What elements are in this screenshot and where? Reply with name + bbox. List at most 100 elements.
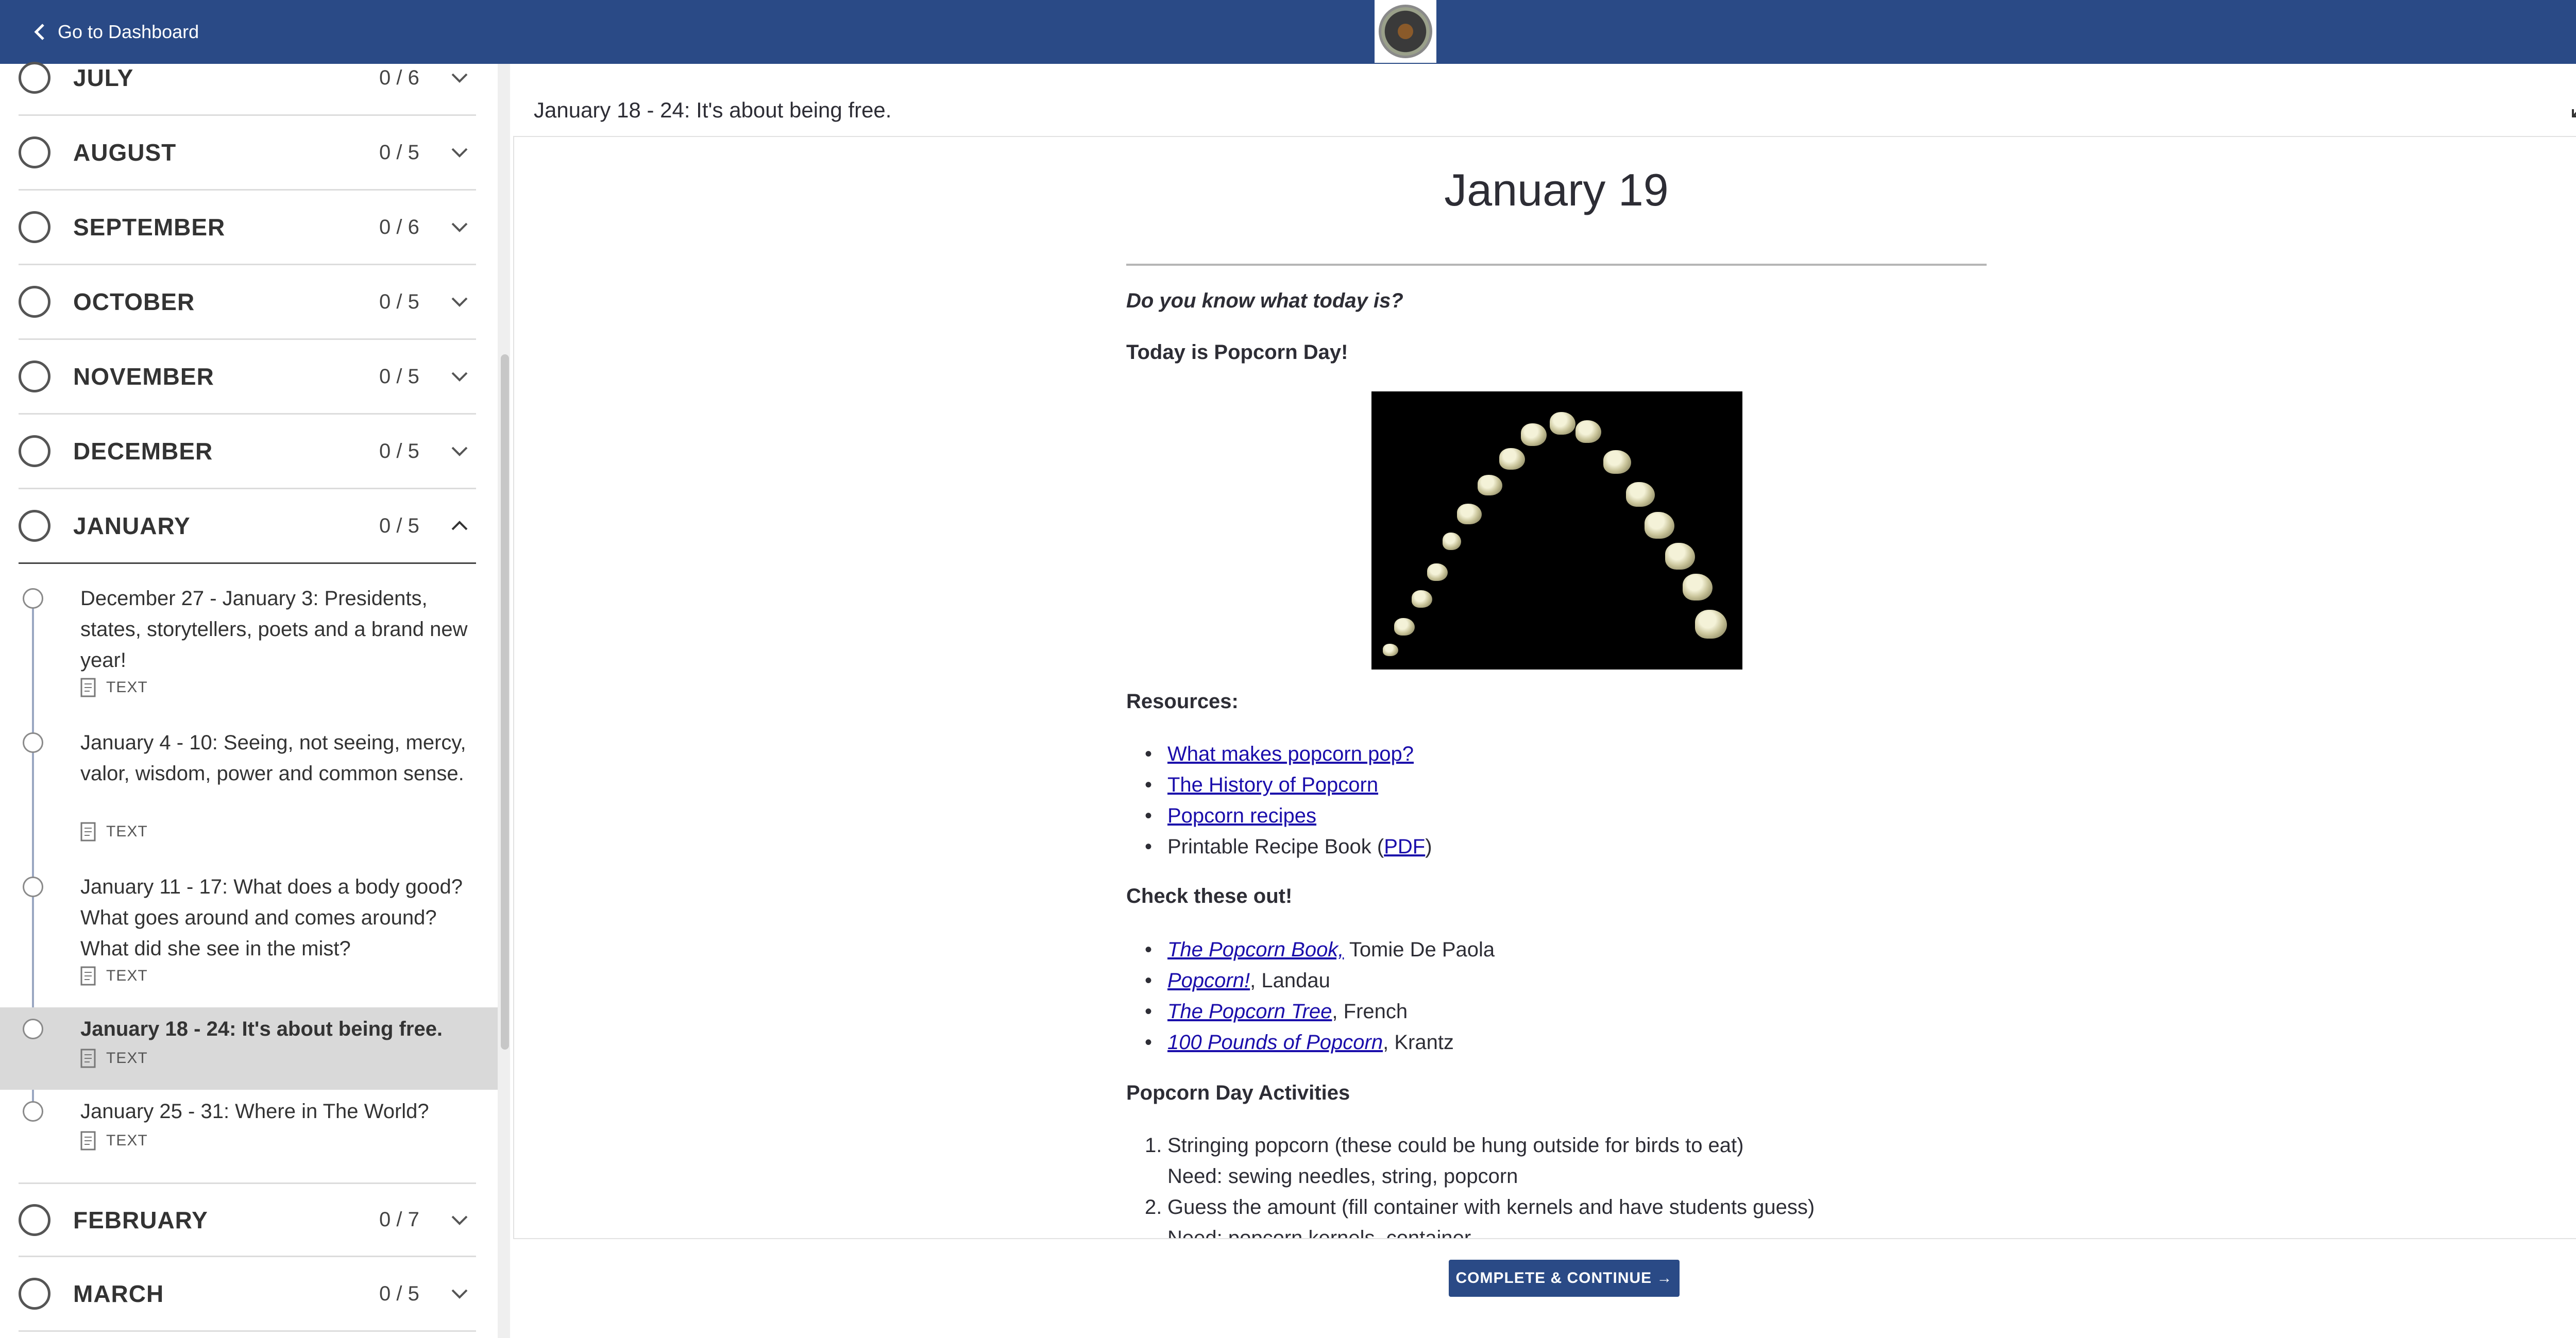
popcorn-kernel [1695,610,1727,639]
activity-need: Need: sewing needles, string, popcorn [1167,1165,1518,1188]
month-name: JULY [73,64,134,91]
progress-circle-icon [19,211,50,243]
progress-circle-icon [19,1278,50,1310]
popcorn-kernel [1645,512,1674,539]
chevron-down-icon [451,372,468,382]
popcorn-kernel [1427,563,1448,581]
lesson-status-circle-icon [23,1101,43,1122]
month-january[interactable]: JANUARY 0 / 5 [19,489,476,564]
progress-circle-icon [19,510,50,542]
month-july[interactable]: JULY 0 / 6 [19,41,476,116]
pdf-link[interactable]: PDF [1384,835,1425,858]
progress-circle-icon [19,136,50,168]
book-link[interactable]: The Popcorn Tree [1167,1000,1332,1023]
progress-circle-icon [19,286,50,318]
month-november[interactable]: NOVEMBER 0 / 5 [19,340,476,415]
month-name: MARCH [73,1280,164,1307]
month-name: OCTOBER [73,288,195,315]
month-count: 0 / 7 [379,1208,419,1231]
month-february[interactable]: FEBRUARY 0 / 7 [19,1182,476,1257]
month-name: DECEMBER [73,438,213,465]
progress-circle-icon [19,1204,50,1236]
lesson-type-label: TEXT [106,679,148,696]
month-count: 0 / 5 [379,365,419,388]
month-august[interactable]: AUGUST 0 / 5 [19,116,476,191]
month-october[interactable]: OCTOBER 0 / 5 [19,265,476,340]
activity-need: Need: popcorn kernels, container [1167,1227,1471,1239]
lesson-type: TEXT [80,678,148,697]
lesson-type-label: TEXT [106,823,148,840]
resources-heading: Resources: [1126,690,1239,713]
list-item: 100 Pounds of Popcorn, Krantz [1145,1027,1495,1058]
month-count: 0 / 5 [379,439,419,462]
document-icon [80,1131,96,1151]
list-item: The Popcorn Book, Tomie De Paola [1145,934,1495,965]
lesson-title: January 25 - 31: Where in The World? [80,1100,429,1123]
lesson-status-circle-icon [23,732,43,753]
resources-list: What makes popcorn pop? The History of P… [1145,739,1432,862]
activities-heading: Popcorn Day Activities [1126,1082,1350,1104]
what-makes-popcorn-pop-link[interactable]: What makes popcorn pop? [1167,743,1414,765]
document-icon [80,1049,96,1068]
month-count: 0 / 6 [379,215,419,238]
popcorn-kernel [1443,533,1461,550]
book-link[interactable]: Popcorn! [1167,969,1250,992]
popcorn-recipes-link[interactable]: Popcorn recipes [1167,804,1316,827]
history-of-popcorn-link[interactable]: The History of Popcorn [1167,774,1378,796]
popcorn-arc-image [1371,391,1742,670]
page-heading: January 19 [1444,164,1669,215]
list-item: Printable Recipe Book (PDF) [1145,831,1432,862]
month-september[interactable]: SEPTEMBER 0 / 6 [19,191,476,265]
month-count: 0 / 5 [379,290,419,313]
list-item: Popcorn recipes [1145,800,1432,831]
lesson-status-circle-icon [23,588,43,609]
month-march[interactable]: MARCH 0 / 5 [19,1257,476,1332]
book-author: , French [1332,1000,1408,1023]
popcorn-kernel [1665,543,1695,570]
month-december[interactable]: DECEMBER 0 / 5 [19,415,476,489]
lesson-type-label: TEXT [106,967,148,984]
activity-text: Guess the amount (fill container with ke… [1167,1196,1815,1219]
lesson-item-active[interactable]: January 18 - 24: It's about being free. … [0,1007,498,1090]
document-icon [80,822,96,842]
book-link[interactable]: The Popcorn Book, [1167,938,1344,961]
chevron-up-icon [451,521,468,530]
chevron-down-icon [451,148,468,158]
month-count: 0 / 5 [379,514,419,537]
sidebar-scrollbar-thumb[interactable] [501,354,509,1050]
chevron-down-icon [451,1289,468,1299]
question-text: Do you know what today is? [1126,289,1403,312]
popcorn-kernel [1457,504,1482,524]
chevron-left-icon [34,24,44,40]
list-item: 2. Guess the amount (fill container with … [1145,1192,1815,1239]
school-logo[interactable] [1375,0,1436,63]
lesson-type: TEXT [80,966,148,986]
logo-seal-icon [1379,5,1432,58]
list-item: What makes popcorn pop? [1145,739,1432,769]
complete-and-continue-button[interactable]: COMPLETE & CONTINUE → [1449,1260,1680,1297]
book-author: , Krantz [1383,1031,1454,1054]
lesson-item[interactable]: January 11 - 17: What does a body good? … [0,865,498,1007]
popcorn-kernel [1575,420,1601,443]
lesson-item[interactable]: January 25 - 31: Where in The World? TEX… [0,1090,498,1172]
lesson-type-label: TEXT [106,1132,148,1149]
popcorn-kernel [1550,412,1575,435]
chevron-down-icon [451,297,468,307]
popcorn-kernel [1626,482,1655,507]
lesson-item[interactable]: January 4 - 10: Seeing, not seeing, merc… [0,721,498,865]
list-item: The Popcorn Tree, French [1145,996,1495,1027]
month-count: 0 / 5 [379,141,419,164]
chevron-down-icon [451,447,468,456]
list-number: 1. [1145,1134,1162,1157]
lesson-item[interactable]: December 27 - January 3: Presidents, sta… [0,577,498,721]
month-name: AUGUST [73,139,177,166]
book-link[interactable]: 100 Pounds of Popcorn [1167,1031,1383,1054]
list-item: Popcorn!, Landau [1145,965,1495,996]
expand-icon[interactable] [2571,98,2576,118]
lesson-content: January 19 Do you know what today is? To… [1126,137,1992,1239]
popcorn-kernel [1521,423,1547,446]
lesson-status-circle-icon [23,877,43,897]
lesson-title: December 27 - January 3: Presidents, sta… [80,587,468,672]
month-count: 0 / 6 [379,66,419,89]
chevron-down-icon [451,222,468,232]
